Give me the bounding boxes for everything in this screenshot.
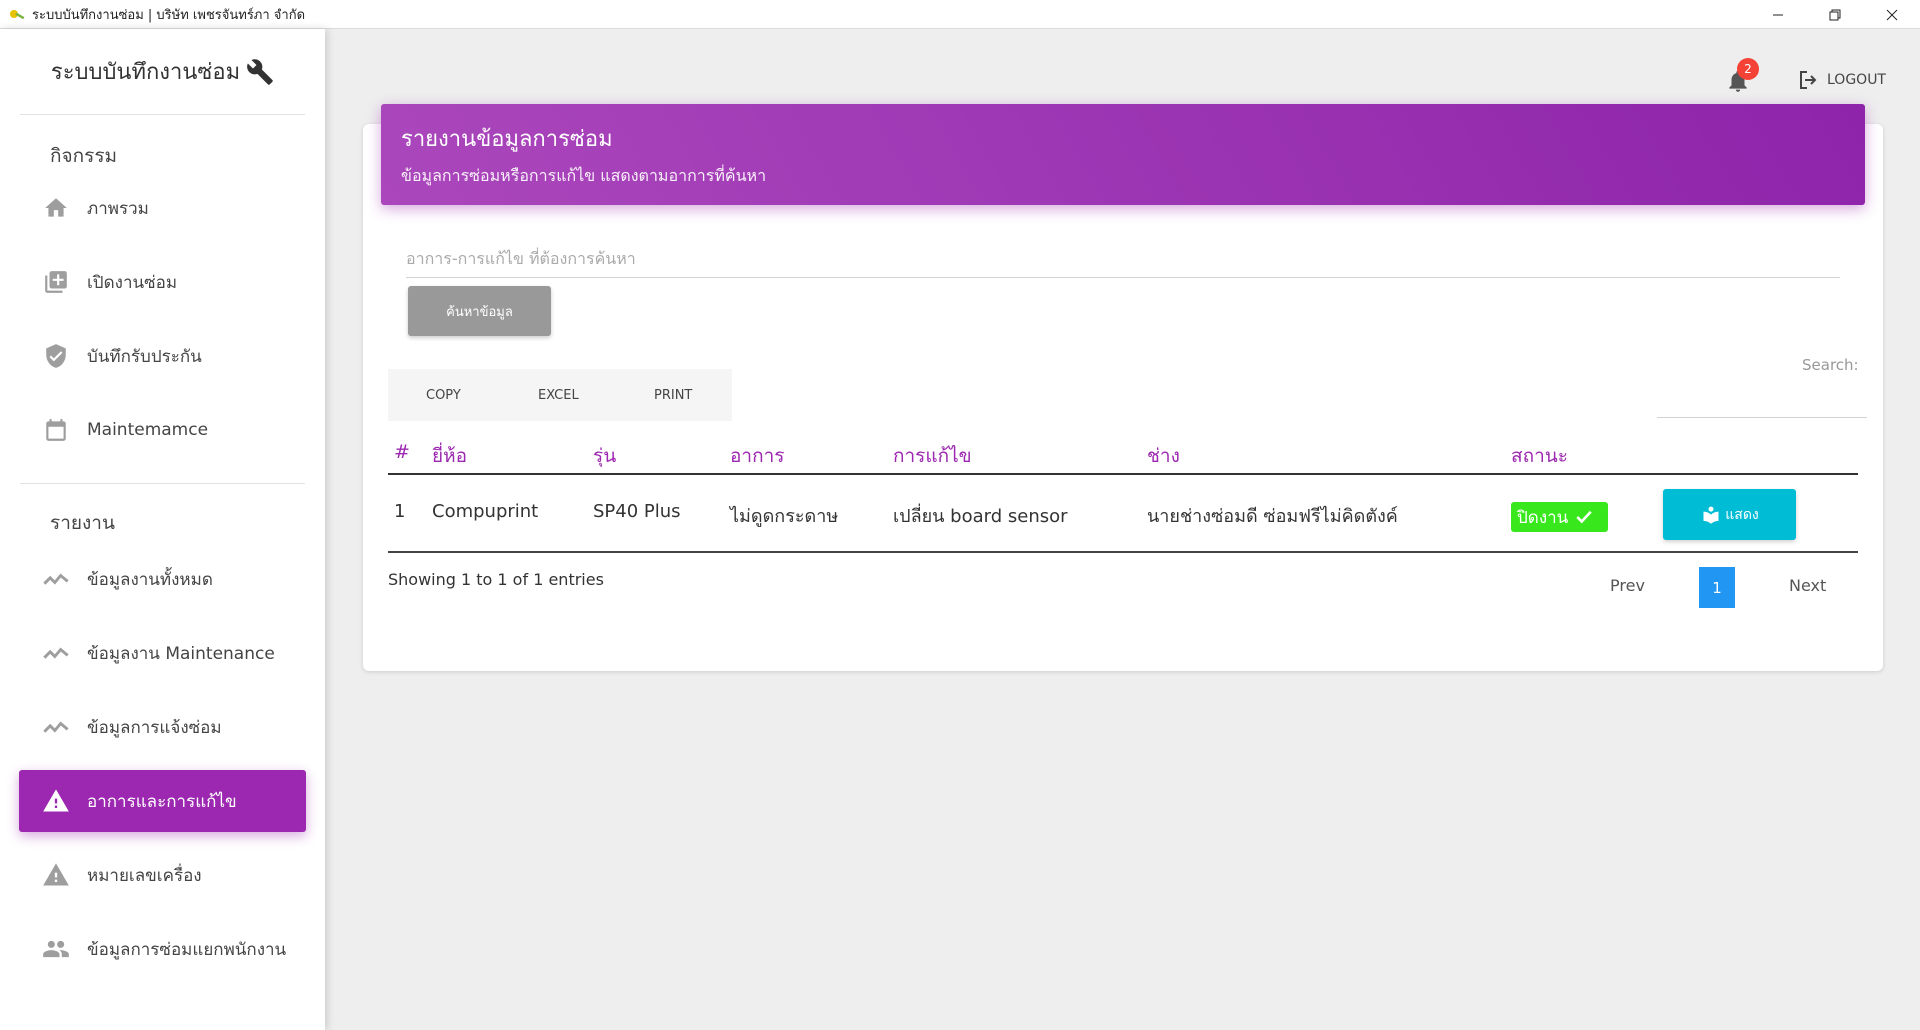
- row-model: SP40 Plus: [593, 501, 681, 522]
- trending-icon: [41, 712, 71, 742]
- status-badge: ปิดงาน: [1511, 502, 1608, 532]
- copy-button[interactable]: COPY: [426, 388, 461, 403]
- sidebar-item-overview[interactable]: ภาพรวม: [19, 177, 306, 239]
- close-icon: [1886, 9, 1897, 20]
- sidebar-item-label: อาการและการแก้ไข: [87, 791, 237, 812]
- sidebar-item-label: Maintemamce: [87, 420, 209, 440]
- sidebar-item-symptoms-fixes[interactable]: อาการและการแก้ไข: [19, 770, 306, 832]
- symptom-search-input[interactable]: [406, 240, 1840, 278]
- window-titlebar: ระบบบันทึกงานซ่อม | บริษัท เพชรจันทร์ภา …: [0, 0, 1920, 29]
- wrench-icon: [247, 58, 273, 85]
- row-brand: Compuprint: [432, 501, 539, 522]
- sidebar-item-open-repair[interactable]: เปิดงานซ่อม: [19, 251, 306, 313]
- row-fix: เปลี่ยน board sensor: [893, 506, 1068, 527]
- check-icon: [1576, 510, 1593, 524]
- search-data-button[interactable]: ค้นหาข้อมูล: [408, 286, 551, 336]
- reading-icon: [1703, 506, 1719, 524]
- table-info: Showing 1 to 1 of 1 entries: [388, 570, 604, 589]
- close-button[interactable]: [1863, 0, 1920, 29]
- warning-icon: [41, 860, 71, 890]
- sidebar-item-label: เปิดงานซ่อม: [87, 272, 178, 293]
- sidebar-item-maintenance-jobs[interactable]: ข้อมูลงาน Maintenance: [19, 622, 306, 684]
- home-icon: [41, 193, 71, 223]
- logout-label: LOGOUT: [1827, 72, 1886, 88]
- section-activities: กิจกรรม: [50, 145, 118, 167]
- sidebar-divider: [20, 483, 305, 484]
- sidebar-item-warranty[interactable]: บันทึกรับประกัน: [19, 325, 306, 387]
- sidebar-item-serial-numbers[interactable]: หมายเลขเครื่อง: [19, 844, 306, 906]
- sidebar-item-repair-requests[interactable]: ข้อมูลการแจ้งซ่อม: [19, 696, 306, 758]
- calendar-icon: [41, 415, 71, 445]
- minimize-icon: [1772, 14, 1783, 15]
- table-search-input[interactable]: [1657, 380, 1867, 418]
- restore-icon: [1829, 9, 1840, 20]
- pagination-next[interactable]: Next: [1789, 576, 1826, 595]
- window-title: ระบบบันทึกงานซ่อม | บริษัท เพชรจันทร์ภา …: [32, 7, 306, 23]
- sidebar-item-label: ข้อมูลงาน Maintenance: [87, 643, 275, 664]
- sidebar-item-label: หมายเลขเครื่อง: [87, 865, 202, 886]
- sidebar-item-label: ข้อมูลการซ่อมแยกพนักงาน: [87, 939, 287, 960]
- sidebar: ระบบบันทึกงานซ่อม กิจกรรม ภาพรวม เปิดงาน…: [0, 29, 325, 1030]
- column-header-symptom: อาการ: [730, 445, 785, 467]
- column-header-status: สถานะ: [1511, 445, 1568, 467]
- column-header-fix: การแก้ไข: [893, 445, 972, 467]
- sidebar-item-repairs-by-staff[interactable]: ข้อมูลการซ่อมแยกพนักงาน: [19, 918, 306, 980]
- logout-icon: [1800, 71, 1817, 89]
- column-header-brand: ยี่ห้อ: [432, 445, 468, 467]
- app-logo-icon: [10, 10, 25, 20]
- row-technician: นายช่างซ่อมดี ซ่อมฟรีไม่คิดตังค์: [1147, 506, 1398, 527]
- sidebar-item-label: บันทึกรับประกัน: [87, 346, 202, 367]
- people-icon: [41, 934, 71, 964]
- restore-button[interactable]: [1806, 0, 1863, 29]
- table-row: 1 Compuprint SP40 Plus ไม่ดูดกระดาษ เปลี…: [388, 475, 1858, 553]
- logout-button[interactable]: LOGOUT: [1797, 68, 1886, 92]
- column-header-number: #: [394, 441, 410, 463]
- row-number: 1: [394, 501, 406, 522]
- row-symptom: ไม่ดูดกระดาษ: [730, 506, 839, 527]
- section-reports: รายงาน: [50, 512, 115, 534]
- excel-button[interactable]: EXCEL: [538, 388, 579, 403]
- shield-check-icon: [41, 341, 71, 371]
- window-controls: [1749, 0, 1920, 29]
- trending-icon: [41, 638, 71, 668]
- card-title: รายงานข้อมูลการซ่อม: [401, 127, 613, 152]
- trending-icon: [41, 564, 71, 594]
- sidebar-item-label: ข้อมูลงานทั้งหมด: [87, 569, 213, 590]
- sidebar-item-label: ข้อมูลการแจ้งซ่อม: [87, 717, 222, 738]
- sidebar-brand[interactable]: ระบบบันทึกงานซ่อม: [20, 29, 305, 115]
- sidebar-item-maintenance[interactable]: Maintemamce: [19, 399, 306, 461]
- column-header-technician: ช่าง: [1147, 445, 1180, 467]
- sidebar-item-all-jobs[interactable]: ข้อมูลงานทั้งหมด: [19, 548, 306, 610]
- notification-count-badge: 2: [1737, 58, 1759, 80]
- show-button-label: แสดง: [1725, 506, 1759, 523]
- card-subtitle: ข้อมูลการซ่อมหรือการแก้ไข แสดงตามอาการที…: [401, 166, 767, 185]
- sidebar-item-label: ภาพรวม: [87, 198, 149, 219]
- add-box-icon: [41, 267, 71, 297]
- minimize-button[interactable]: [1749, 0, 1806, 29]
- table-search-label: Search:: [1802, 356, 1859, 374]
- show-details-button[interactable]: แสดง: [1663, 489, 1796, 540]
- warning-icon: [41, 786, 71, 816]
- table-export-buttons: COPY EXCEL PRINT: [388, 369, 732, 421]
- card-header: รายงานข้อมูลการซ่อม ข้อมูลการซ่อมหรือการ…: [381, 104, 1865, 205]
- brand-text: ระบบบันทึกงานซ่อม: [50, 60, 241, 85]
- status-text: ปิดงาน: [1517, 507, 1569, 528]
- pagination-prev[interactable]: Prev: [1610, 576, 1645, 595]
- column-header-model: รุ่น: [593, 445, 617, 467]
- print-button[interactable]: PRINT: [654, 388, 692, 403]
- pagination-page-current[interactable]: 1: [1699, 567, 1735, 608]
- table-header: # ยี่ห้อ รุ่น อาการ การแก้ไข ช่าง สถานะ: [388, 437, 1858, 475]
